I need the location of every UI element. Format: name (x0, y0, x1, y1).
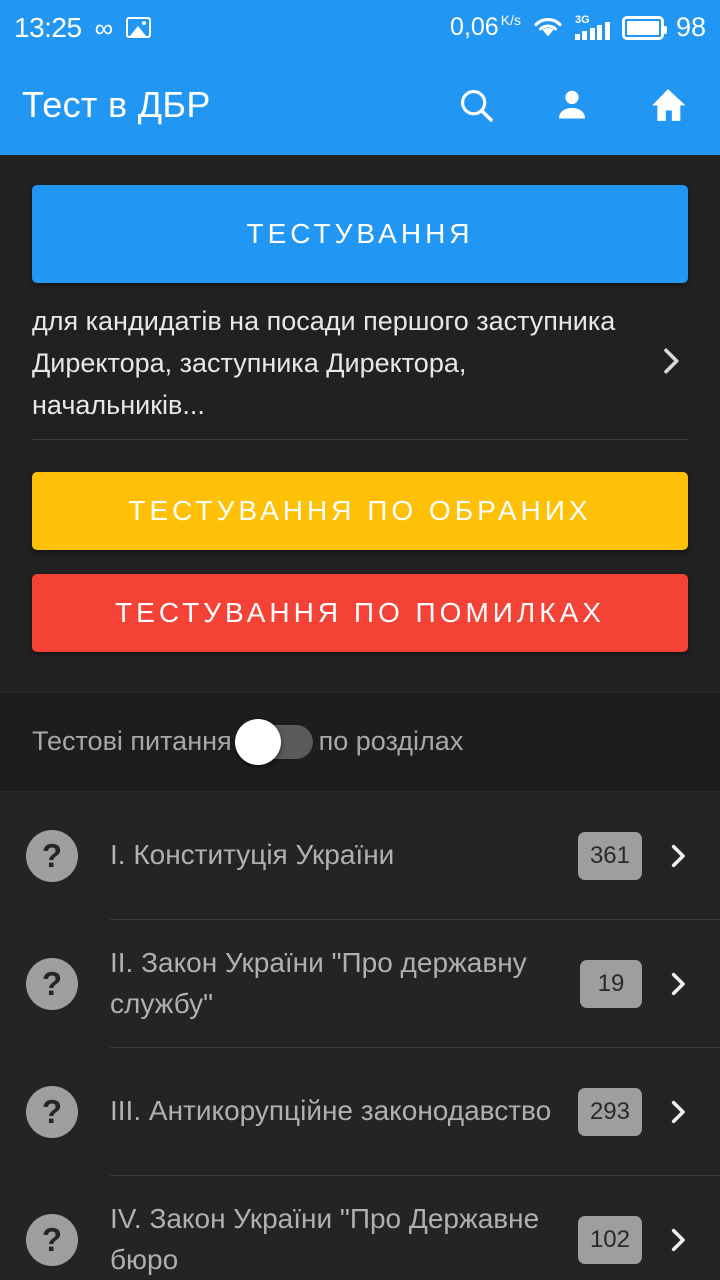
search-icon[interactable] (456, 85, 496, 125)
testing-description-row[interactable]: для кандидатів на посади першого заступн… (32, 283, 688, 440)
chevron-right-icon (658, 841, 698, 871)
toggle-left-label: Тестові питання (32, 726, 232, 757)
status-bar-left: 13:25 ∞ (14, 11, 152, 44)
infinity-icon: ∞ (94, 12, 114, 43)
app-bar: Тест в ДБР (0, 55, 720, 155)
section-label: II. Закон України "Про державну службу" (110, 946, 527, 1019)
battery-percent: 98 (675, 12, 706, 42)
list-item[interactable]: ? I. Конституція України 361 (0, 792, 720, 920)
question-icon: ? (26, 957, 78, 1010)
section-label: I. Конституція України (110, 839, 395, 871)
testing-description: для кандидатів на посади першого заступн… (32, 306, 616, 420)
status-bar-right: 0,06 K/s 3G 98 (450, 12, 706, 43)
battery-icon (621, 15, 667, 40)
section-label: III. Антикорупційне законодавство (110, 1095, 552, 1127)
chevron-right-icon (658, 969, 698, 999)
home-icon[interactable] (648, 85, 688, 125)
image-icon (126, 17, 152, 38)
chevron-right-icon (658, 1097, 698, 1127)
list-item[interactable]: ? II. Закон України "Про державну службу… (0, 920, 720, 1048)
section-label: IV. Закон України "Про Державне бюро (110, 1202, 540, 1275)
question-icon: ? (26, 1213, 78, 1266)
sections-list: ? I. Конституція України 361 ? II. Закон… (0, 791, 720, 1280)
app-bar-actions (456, 85, 698, 125)
chevron-right-icon (654, 344, 688, 383)
list-item[interactable]: ? IV. Закон України "Про Державне бюро 1… (0, 1176, 720, 1280)
status-bar: 13:25 ∞ 0,06 K/s 3G 98 (0, 0, 720, 55)
main-content: ТЕСТУВАННЯ для кандидатів на посади перш… (0, 155, 720, 1280)
question-mode-toggle-row: Тестові питання по розділах (0, 691, 720, 792)
wifi-icon (533, 16, 563, 40)
switch-knob (234, 718, 281, 765)
question-count-badge: 19 (580, 959, 642, 1008)
person-icon[interactable] (552, 85, 592, 125)
testing-mistakes-button[interactable]: ТЕСТУВАННЯ ПО ПОМИЛКАХ (32, 573, 688, 652)
network-speed-value: 0,06 (450, 13, 499, 41)
question-icon: ? (26, 1085, 78, 1138)
actions-section: ТЕСТУВАННЯ для кандидатів на посади перш… (0, 155, 720, 652)
signal-type-label: 3G (574, 13, 590, 26)
question-count-badge: 293 (577, 1087, 642, 1136)
question-mode-switch[interactable] (234, 718, 313, 765)
question-count-badge: 361 (577, 831, 642, 880)
question-icon: ? (26, 829, 78, 882)
toggle-right-label: по розділах (318, 726, 464, 757)
page-title: Тест в ДБР (22, 84, 211, 125)
signal-bars-icon: 3G (574, 13, 610, 40)
network-speed: 0,06 K/s (450, 13, 521, 42)
network-speed-unit: K/s (500, 12, 521, 28)
question-count-badge: 102 (577, 1215, 642, 1264)
start-testing-button[interactable]: ТЕСТУВАННЯ (32, 185, 688, 283)
list-item[interactable]: ? III. Антикорупційне законодавство 293 (0, 1048, 720, 1176)
chevron-right-icon (658, 1225, 698, 1255)
testing-favorites-button[interactable]: ТЕСТУВАННЯ ПО ОБРАНИХ (32, 471, 688, 550)
status-time: 13:25 (14, 11, 82, 43)
